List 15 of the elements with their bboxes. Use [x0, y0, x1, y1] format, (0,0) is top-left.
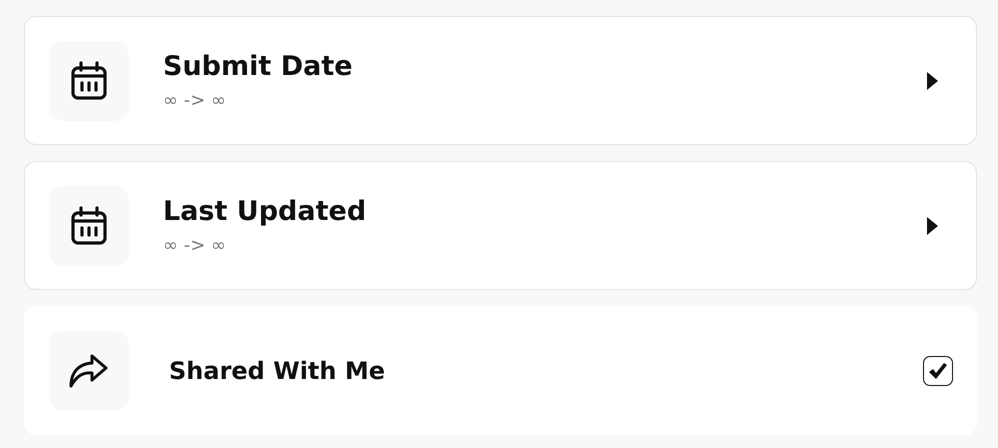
date-range: ∞ -> ∞: [163, 90, 228, 110]
calendar-icon: [70, 60, 108, 100]
checkbox[interactable]: [923, 356, 953, 386]
filter-title: Submit Date: [163, 50, 354, 82]
calendar-icon: [70, 206, 108, 246]
caret-icon: [927, 216, 938, 234]
share-arrow-icon: [68, 352, 110, 388]
filter-title: Shared With Me: [169, 356, 386, 384]
filter-title: Last Updated: [163, 196, 368, 226]
filter-card[interactable]: Shared With Me: [24, 306, 977, 435]
filter-card[interactable]: Last Updated ∞ -> ∞: [24, 161, 977, 290]
caret-icon: [927, 72, 938, 90]
date-range: ∞ -> ∞: [163, 234, 228, 256]
check-icon: [928, 362, 948, 380]
filter-card[interactable]: Submit Date ∞ -> ∞: [24, 16, 977, 145]
